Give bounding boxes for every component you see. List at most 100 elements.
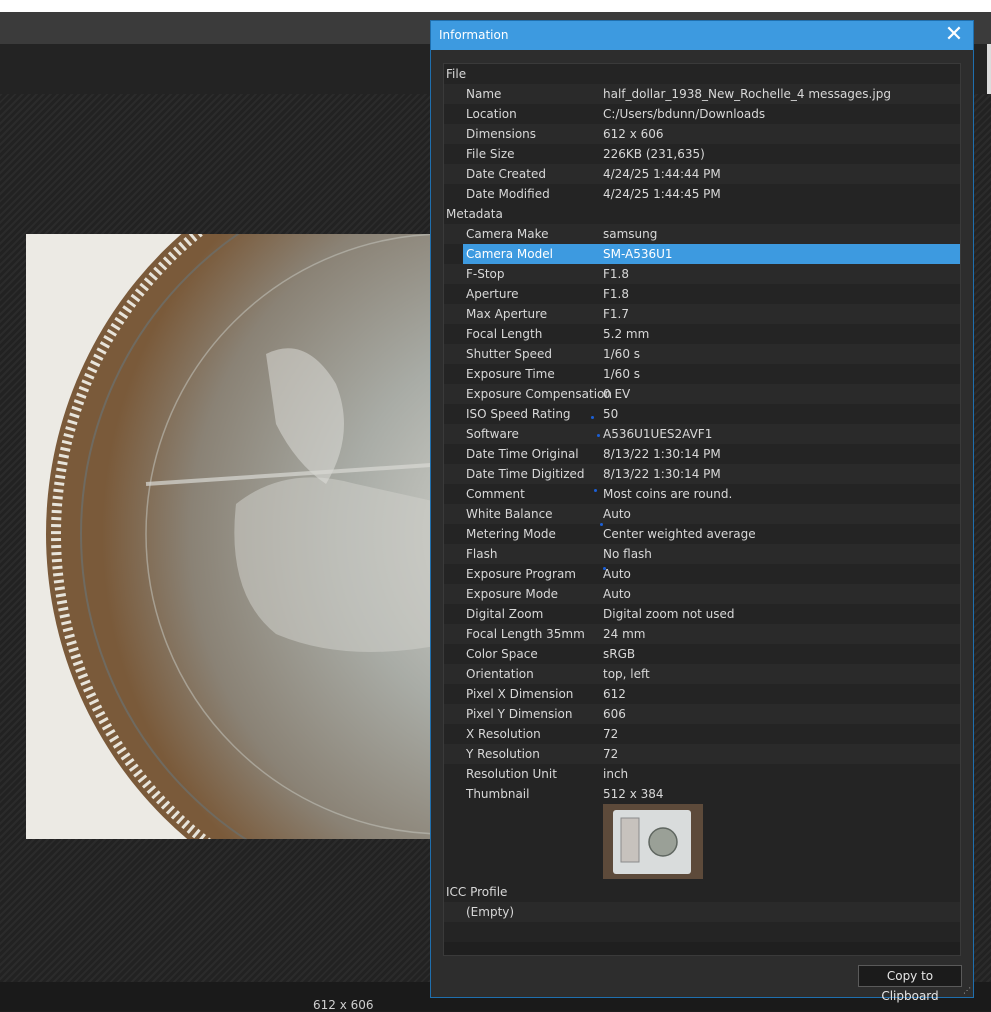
info-row[interactable]: Color Space sRGB [444,644,960,664]
info-row[interactable]: Pixel X Dimension 612 [444,684,960,704]
status-image-dimensions: 612 x 606 [313,998,374,1012]
row-value: No flash [603,547,652,561]
info-row[interactable]: Exposure Mode Auto [444,584,960,604]
info-row[interactable]: Y Resolution 72 [444,744,960,764]
info-row[interactable]: Camera Make samsung [444,224,960,244]
close-icon[interactable]: ✕ [943,24,965,46]
row-label: Y Resolution [466,747,540,761]
info-row[interactable]: Focal Length 5.2 mm [444,324,960,344]
row-label: White Balance [466,507,553,521]
info-row[interactable]: Dimensions 612 x 606 [444,124,960,144]
row-value: 4/24/25 1:44:45 PM [603,187,721,201]
info-row[interactable]: Max Aperture F1.7 [444,304,960,324]
info-row[interactable]: ISO Speed Rating 50 [444,404,960,424]
thumbnail-row[interactable]: Thumbnail 512 x 384 [444,784,960,882]
info-row[interactable]: Pixel Y Dimension 606 [444,704,960,724]
row-value: 1/60 s [603,367,641,381]
section-label: File [446,67,467,81]
info-row[interactable]: Comment Most coins are round. [444,484,960,504]
info-list[interactable]: File Name half_dollar_1938_New_Rochelle_4… [443,63,961,956]
row-label: Comment [466,487,525,501]
thumbnail-image [603,804,703,879]
empty-row [444,922,960,942]
row-value: Auto [603,587,631,601]
row-value: 226KB (231,635) [603,147,705,161]
row-label: Pixel Y Dimension [466,707,573,721]
cursor-trail-dot [594,489,597,492]
row-label: Exposure Program [466,567,576,581]
row-label: F-Stop [466,267,505,281]
row-label: Date Created [466,167,546,181]
info-row[interactable]: X Resolution 72 [444,724,960,744]
row-label: Max Aperture [466,307,548,321]
row-label: Date Time Digitized [466,467,585,481]
row-label: Camera Make [466,227,549,241]
row-label: Metering Mode [466,527,556,541]
info-row[interactable]: Software A536U1UES2AVF1 [444,424,960,444]
info-row[interactable]: Name half_dollar_1938_New_Rochelle_4 mess… [444,84,960,104]
info-row[interactable]: Date Time Digitized 8/13/22 1:30:14 PM [444,464,960,484]
info-row[interactable]: Date Time Original 8/13/22 1:30:14 PM [444,444,960,464]
row-value: Auto [603,567,631,581]
row-value: A536U1UES2AVF1 [603,427,713,441]
row-value: Center weighted average [603,527,756,541]
copy-to-clipboard-button[interactable]: Copy to Clipboard [858,965,962,1003]
info-row[interactable]: Exposure Compensation 0 EV [444,384,960,404]
row-value: 1/60 s [603,347,641,361]
row-label: Exposure Compensation [466,387,612,401]
info-row[interactable]: Shutter Speed 1/60 s [444,344,960,364]
section-metadata: Metadata [444,204,960,224]
row-value: 512 x 384 [603,787,664,801]
info-row[interactable]: Date Modified 4/24/25 1:44:45 PM [444,184,960,204]
cursor-trail-dot [603,567,606,570]
row-value: 5.2 mm [603,327,650,341]
row-value: 612 x 606 [603,127,664,141]
cursor-trail-dot [600,523,603,526]
row-label: ISO Speed Rating [466,407,571,421]
info-row[interactable]: Camera Model SM-A536U1 [444,244,960,264]
row-value: 0 EV [603,387,631,401]
row-value: F1.7 [603,307,629,321]
row-value: Auto [603,507,631,521]
dialog-titlebar[interactable]: Information ✕ [431,21,973,50]
info-row[interactable]: Date Created 4/24/25 1:44:44 PM [444,164,960,184]
info-row[interactable]: Flash No flash [444,544,960,564]
row-label: File Size [466,147,515,161]
info-row[interactable]: Location C:/Users/bdunn/Downloads [444,104,960,124]
info-row[interactable]: Exposure Time 1/60 s [444,364,960,384]
row-label: (Empty) [466,905,515,919]
resize-grip-icon[interactable]: ⋰ [963,987,971,995]
row-label: Thumbnail [466,787,530,801]
row-label: X Resolution [466,727,541,741]
row-label: Color Space [466,647,538,661]
row-label: Aperture [466,287,519,301]
info-row[interactable]: Exposure Program Auto [444,564,960,584]
info-row[interactable]: F-Stop F1.8 [444,264,960,284]
info-row[interactable]: White Balance Auto [444,504,960,524]
row-value: 72 [603,727,619,741]
row-label: Name [466,87,502,101]
row-value: 50 [603,407,619,421]
row-value: sRGB [603,647,636,661]
row-label: Orientation [466,667,534,681]
row-value: 72 [603,747,619,761]
row-label: Shutter Speed [466,347,552,361]
row-label: Exposure Mode [466,587,559,601]
info-row[interactable]: (Empty) [444,902,960,922]
info-row[interactable]: Orientation top, left [444,664,960,684]
info-row[interactable]: Focal Length 35mm 24 mm [444,624,960,644]
info-row[interactable]: Resolution Unit inch [444,764,960,784]
row-value: 606 [603,707,626,721]
row-value: Most coins are round. [603,487,733,501]
section-label: ICC Profile [446,885,508,899]
row-label: Digital Zoom [466,607,544,621]
row-label: Location [466,107,517,121]
info-row[interactable]: Aperture F1.8 [444,284,960,304]
cursor-trail-dot [597,434,600,437]
row-value: 24 mm [603,627,646,641]
info-row[interactable]: Digital Zoom Digital zoom not used [444,604,960,624]
row-value: half_dollar_1938_New_Rochelle_4 messages… [603,87,891,101]
info-row[interactable]: File Size 226KB (231,635) [444,144,960,164]
row-value: C:/Users/bdunn/Downloads [603,107,766,121]
info-row[interactable]: Metering Mode Center weighted average [444,524,960,544]
